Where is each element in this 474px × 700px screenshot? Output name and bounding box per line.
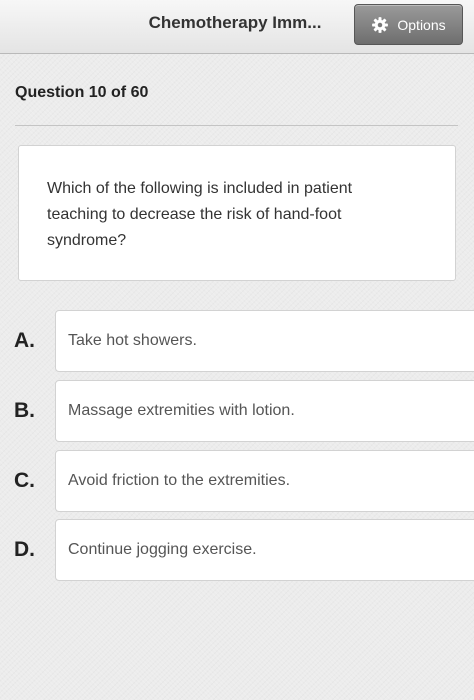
answer-button[interactable]: Continue jogging exercise. — [55, 519, 474, 581]
answer-letter: A. — [14, 329, 35, 352]
answer-button[interactable]: Avoid friction to the extremities. — [55, 450, 474, 512]
question-text: Which of the following is included in pa… — [47, 180, 353, 249]
top-navigation-bar: Chemotherapy Imm... Options — [0, 0, 474, 54]
answer-button[interactable]: Take hot showers. — [55, 310, 474, 372]
answer-option-c[interactable]: C. Avoid friction to the extremities. — [0, 450, 474, 512]
answer-option-d[interactable]: D. Continue jogging exercise. — [0, 519, 474, 581]
answer-letter: D. — [14, 538, 35, 561]
answer-option-b[interactable]: B. Massage extremities with lotion. — [0, 380, 474, 442]
options-button[interactable]: Options — [354, 4, 463, 45]
answer-button[interactable]: Massage extremities with lotion. — [55, 380, 474, 442]
answer-letter: C. — [14, 469, 35, 492]
options-button-label: Options — [397, 16, 446, 33]
question-counter: Question 10 of 60 — [15, 84, 149, 101]
page-title: Chemotherapy Imm... — [148, 13, 322, 32]
divider — [15, 125, 458, 126]
answer-option-a[interactable]: A. Take hot showers. — [0, 310, 474, 372]
question-card: Which of the following is included in pa… — [18, 145, 456, 281]
answer-letter: B. — [14, 399, 35, 422]
gear-icon — [372, 16, 389, 33]
